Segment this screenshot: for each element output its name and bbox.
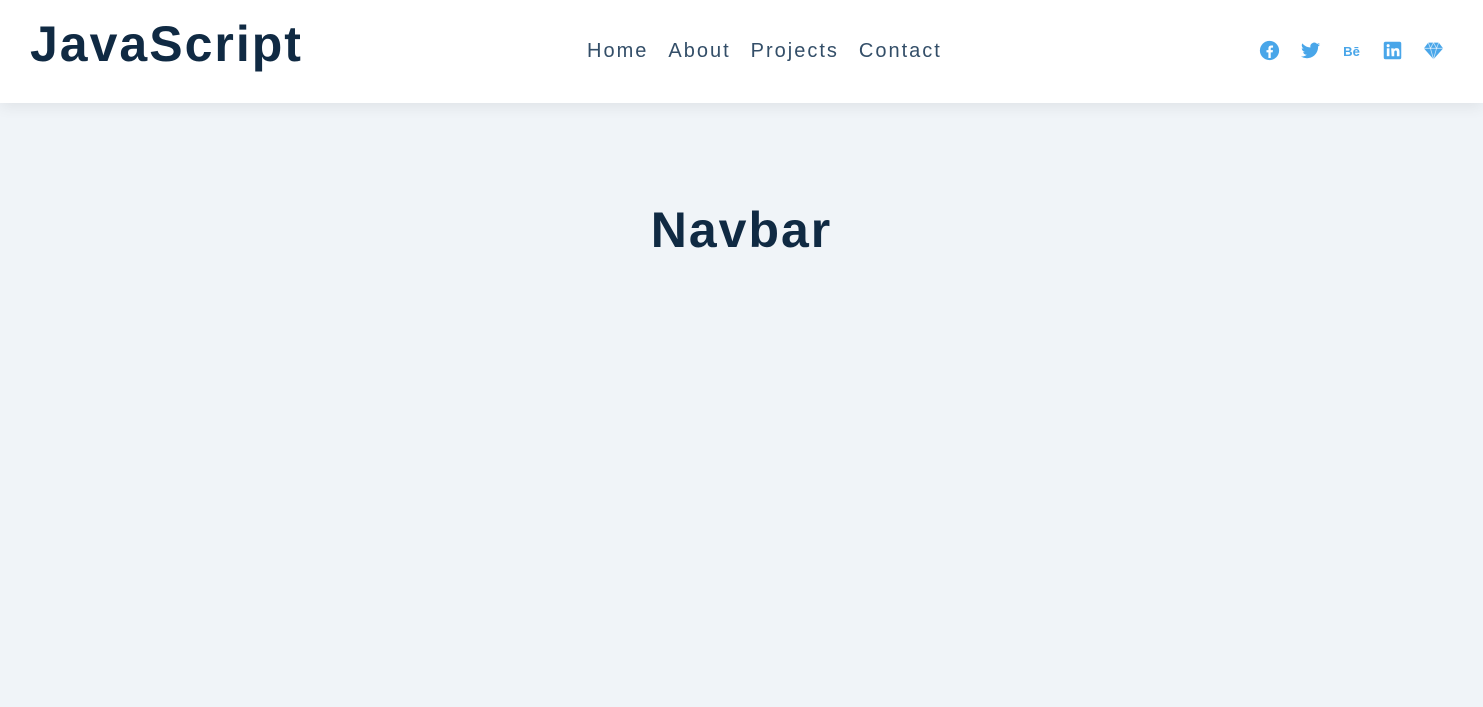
hero-section: Navbar [0,103,1483,707]
nav-item-about: About [668,38,730,64]
nav-link-contact[interactable]: Contact [859,38,942,64]
nav-links: Home About Projects Contact [587,38,942,64]
nav-item-home: Home [587,38,648,64]
nav-item-projects: Projects [751,38,839,64]
twitter-icon[interactable] [1300,40,1321,61]
navbar: JavaScript Home About Projects Contact B… [0,0,1483,103]
nav-link-home[interactable]: Home [587,38,648,64]
behance-icon[interactable]: Bē [1341,40,1362,61]
svg-text:Bē: Bē [1343,44,1360,59]
nav-item-contact: Contact [859,38,942,64]
linkedin-icon[interactable] [1382,40,1403,61]
nav-link-about[interactable]: About [668,38,730,64]
logo[interactable]: JavaScript [30,14,303,74]
nav-link-projects[interactable]: Projects [751,38,839,64]
sketch-icon[interactable] [1423,40,1444,61]
page-title: Navbar [650,202,833,258]
facebook-icon[interactable] [1259,40,1280,61]
social-icons: Bē [1259,40,1444,61]
